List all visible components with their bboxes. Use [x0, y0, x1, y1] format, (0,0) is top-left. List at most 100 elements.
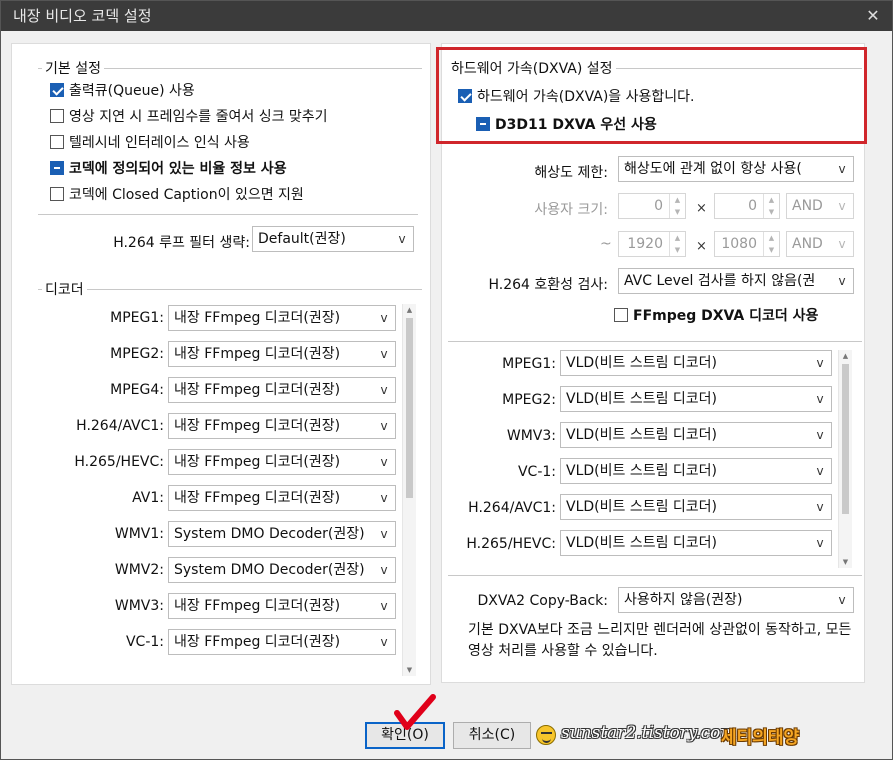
decoder-label: H.264/AVC1: [76, 418, 164, 434]
spin-up-icon[interactable]: ▲ [670, 194, 685, 206]
chevron-down-icon[interactable]: v [809, 459, 831, 483]
dxva-scrollbar[interactable]: ▲ ▼ [838, 350, 852, 568]
max-height-spinner[interactable]: 1080 ▲ ▼ [714, 231, 780, 257]
basic-settings-title: 기본 설정 [42, 58, 104, 78]
chevron-down-icon[interactable]: v [831, 269, 853, 293]
decoder-select[interactable]: 내장 FFmpeg 디코더(권장) v [168, 305, 396, 331]
chevron-down-icon[interactable]: v [373, 378, 395, 402]
checkbox-icon[interactable] [50, 109, 64, 123]
option-output-queue[interactable]: 출력큐(Queue) 사용 [50, 80, 195, 102]
dxva-label: MPEG1: [502, 356, 556, 372]
scroll-thumb[interactable] [842, 364, 849, 514]
title-bar: 내장 비디오 코덱 설정 ✕ [1, 1, 892, 31]
chevron-down-icon[interactable]: v [809, 387, 831, 411]
resolution-select[interactable]: 해상도에 관계 없이 항상 사용( v [618, 156, 854, 182]
decoder-select[interactable]: 내장 FFmpeg 디코더(권장) v [168, 593, 396, 619]
chevron-down-icon[interactable]: v [809, 495, 831, 519]
dxva-label: H.264/AVC1: [468, 500, 556, 516]
watermark-url: sunstar2.tistory.com [561, 723, 737, 743]
chevron-down-icon[interactable]: v [831, 194, 853, 218]
scroll-thumb[interactable] [406, 318, 413, 498]
option-aspect-ratio[interactable]: 코덱에 정의되어 있는 비율 정보 사용 [50, 158, 287, 180]
scroll-up-icon[interactable]: ▲ [839, 350, 852, 362]
chevron-down-icon[interactable]: v [373, 450, 395, 474]
decoder-select[interactable]: 내장 FFmpeg 디코더(권장) v [168, 629, 396, 655]
spin-down-icon[interactable]: ▼ [670, 206, 685, 218]
chevron-down-icon[interactable]: v [831, 588, 853, 612]
option-closed-caption[interactable]: 코덱에 Closed Caption이 있으면 지원 [50, 184, 304, 206]
window-title: 내장 비디오 코덱 설정 [13, 7, 152, 25]
smiley-icon [536, 725, 556, 745]
spin-down-icon[interactable]: ▼ [764, 206, 779, 218]
custom-op-select[interactable]: AND v [786, 193, 854, 219]
checkbox-icon[interactable] [614, 308, 628, 322]
loopfilter-select[interactable]: Default(권장) v [252, 226, 414, 252]
dxva-label: MPEG2: [502, 392, 556, 408]
option-ffmpeg-dxva[interactable]: FFmpeg DXVA 디코더 사용 [614, 305, 818, 327]
decoder-select[interactable]: System DMO Decoder(권장) v [168, 557, 396, 583]
scroll-up-icon[interactable]: ▲ [403, 304, 416, 316]
close-icon[interactable]: ✕ [862, 1, 884, 31]
chevron-down-icon[interactable]: v [809, 423, 831, 447]
chevron-down-icon[interactable]: v [373, 306, 395, 330]
option-drop-frames[interactable]: 영상 지연 시 프레임수를 줄여서 싱크 맞추기 [50, 106, 328, 128]
dxva-select[interactable]: VLD(비트 스트림 디코더) v [560, 422, 832, 448]
chevron-down-icon[interactable]: v [373, 342, 395, 366]
chevron-down-icon[interactable]: v [373, 558, 395, 582]
dxva-select[interactable]: VLD(비트 스트림 디코더) v [560, 386, 832, 412]
decoder-label: MPEG4: [110, 382, 164, 398]
checkbox-icon[interactable] [50, 83, 64, 97]
dxva-select[interactable]: VLD(비트 스트림 디코더) v [560, 350, 832, 376]
decoder-label: VC-1: [125, 634, 164, 650]
copyback-select[interactable]: 사용하지 않음(권장) v [618, 587, 854, 613]
chevron-down-icon[interactable]: v [391, 227, 413, 251]
dxva-select[interactable]: VLD(비트 스트림 디코더) v [560, 494, 832, 520]
checkbox-icon[interactable] [50, 187, 64, 201]
scroll-down-icon[interactable]: ▼ [403, 664, 416, 676]
decoder-scrollbar[interactable]: ▲ ▼ [402, 304, 416, 676]
chevron-down-icon[interactable]: v [373, 630, 395, 654]
chevron-down-icon[interactable]: v [831, 157, 853, 181]
option-telecine[interactable]: 텔레시네 인터레이스 인식 사용 [50, 132, 250, 154]
chevron-down-icon[interactable]: v [373, 486, 395, 510]
cancel-button[interactable]: 취소(C) [453, 722, 531, 749]
checkbox-icon[interactable] [50, 135, 64, 149]
times-sign: × [696, 201, 707, 216]
decoder-select[interactable]: System DMO Decoder(권장) v [168, 521, 396, 547]
dxva-label: WMV3: [506, 428, 556, 444]
dxva-select[interactable]: VLD(비트 스트림 디코더) v [560, 530, 832, 556]
spin-up-icon[interactable]: ▲ [764, 194, 779, 206]
compat-select[interactable]: AVC Level 검사를 하지 않음(권 v [618, 268, 854, 294]
decoder-list: MPEG1: 내장 FFmpeg 디코더(권장) v MPEG2: 내장 FFmp… [12, 302, 422, 680]
decoder-select[interactable]: 내장 FFmpeg 디코더(권장) v [168, 485, 396, 511]
chevron-down-icon[interactable]: v [809, 351, 831, 375]
checkbox-icon[interactable] [50, 161, 64, 175]
custom-height-spinner[interactable]: 0 ▲ ▼ [714, 193, 780, 219]
custom-width-spinner[interactable]: 0 ▲ ▼ [618, 193, 686, 219]
scroll-down-icon[interactable]: ▼ [839, 556, 852, 568]
chevron-down-icon[interactable]: v [373, 414, 395, 438]
chevron-down-icon[interactable]: v [831, 232, 853, 256]
spin-up-icon[interactable]: ▲ [670, 232, 685, 244]
decoder-title: 디코더 [42, 279, 87, 299]
decoder-select[interactable]: 내장 FFmpeg 디코더(권장) v [168, 413, 396, 439]
spin-down-icon[interactable]: ▼ [764, 244, 779, 256]
decoder-select[interactable]: 내장 FFmpeg 디코더(권장) v [168, 449, 396, 475]
decoder-label: AV1: [132, 490, 164, 506]
dxva-select[interactable]: VLD(비트 스트림 디코더) v [560, 458, 832, 484]
resolution-label: 해상도 제한: [534, 165, 608, 181]
chevron-down-icon[interactable]: v [373, 522, 395, 546]
copyback-label: DXVA2 Copy-Back: [477, 593, 608, 609]
decoder-select[interactable]: 내장 FFmpeg 디코더(권장) v [168, 341, 396, 367]
compat-label: H.264 호환성 검사: [488, 277, 608, 293]
dxva-label: H.265/HEVC: [466, 536, 556, 552]
copyback-description: 기본 DXVA보다 조금 느리지만 렌더러에 상관없이 동작하고, 모든 영상 … [468, 622, 852, 659]
max-width-spinner[interactable]: 1920 ▲ ▼ [618, 231, 686, 257]
chevron-down-icon[interactable]: v [373, 594, 395, 618]
decoder-select[interactable]: 내장 FFmpeg 디코더(권장) v [168, 377, 396, 403]
spin-down-icon[interactable]: ▼ [670, 244, 685, 256]
spin-up-icon[interactable]: ▲ [764, 232, 779, 244]
codec-settings-window: 내장 비디오 코덱 설정 ✕ 기본 설정 출력큐(Queue) 사용 영상 지연… [0, 0, 893, 760]
chevron-down-icon[interactable]: v [809, 531, 831, 555]
max-op-select[interactable]: AND v [786, 231, 854, 257]
